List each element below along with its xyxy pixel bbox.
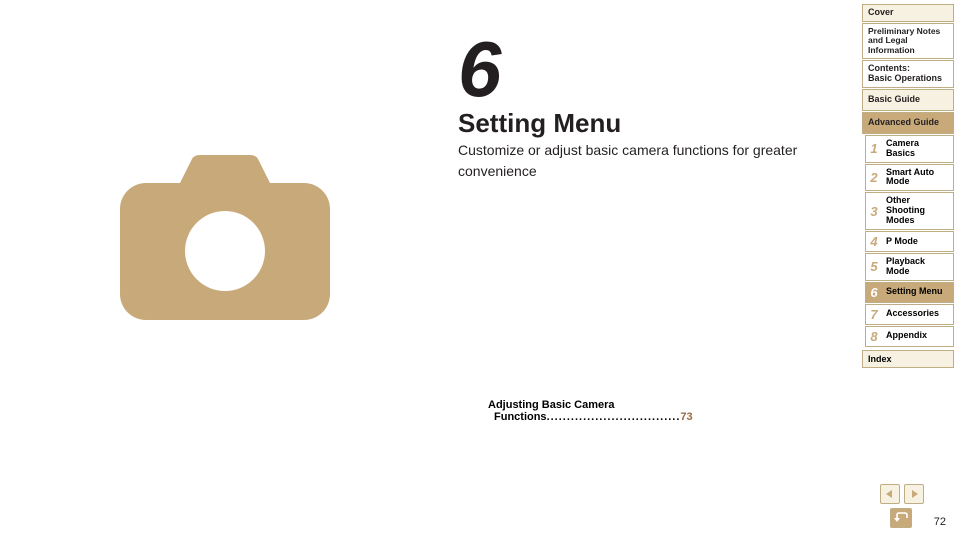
- toc-label-line1: Adjusting Basic Camera: [488, 399, 718, 411]
- triangle-left-icon: [885, 489, 895, 499]
- nav-advanced-guide[interactable]: Advanced Guide: [862, 112, 954, 134]
- nav-playback-mode[interactable]: 5 Playback Mode: [865, 253, 954, 281]
- nav-index[interactable]: Index: [862, 350, 954, 368]
- page-title: Setting Menu: [458, 108, 621, 139]
- prev-page-button[interactable]: [880, 484, 900, 504]
- chapter-number: 6: [458, 24, 499, 115]
- triangle-right-icon: [909, 489, 919, 499]
- sidebar-nav: Cover Preliminary Notes and Legal Inform…: [862, 4, 954, 368]
- toc-label-line2: Functions: [494, 411, 547, 423]
- chapter-num-icon: 4: [866, 232, 882, 251]
- toc-page-ref: 73: [680, 411, 692, 423]
- chapter-num-icon: 3: [866, 193, 882, 229]
- return-button[interactable]: [890, 508, 912, 528]
- nav-other-shooting-modes[interactable]: 3 Other Shooting Modes: [865, 192, 954, 230]
- chapter-num-icon: 7: [866, 305, 882, 324]
- next-page-button[interactable]: [904, 484, 924, 504]
- chapter-num-icon: 2: [866, 165, 882, 191]
- nav-p-mode[interactable]: 4 P Mode: [865, 231, 954, 252]
- nav-appendix[interactable]: 8 Appendix: [865, 326, 954, 347]
- chapter-num-icon: 8: [866, 327, 882, 346]
- nav-accessories[interactable]: 7 Accessories: [865, 304, 954, 325]
- nav-preliminary-notes[interactable]: Preliminary Notes and Legal Information: [862, 23, 954, 59]
- toc-entry[interactable]: Adjusting Basic Camera Functions .......…: [488, 399, 718, 423]
- nav-basic-guide[interactable]: Basic Guide: [862, 89, 954, 111]
- nav-smart-auto-mode[interactable]: 2 Smart Auto Mode: [865, 164, 954, 192]
- document-page: 6 Setting Menu Customize or adjust basic…: [0, 0, 954, 534]
- pager: [880, 484, 924, 504]
- nav-contents[interactable]: Contents: Basic Operations: [862, 60, 954, 88]
- nav-setting-menu[interactable]: 6 Setting Menu: [865, 282, 954, 303]
- page-number: 72: [934, 516, 946, 528]
- chapter-num-icon: 6: [866, 283, 882, 302]
- toc-leader-dots: .................................: [547, 411, 681, 423]
- nav-cover[interactable]: Cover: [862, 4, 954, 22]
- camera-icon: [120, 155, 330, 325]
- page-subtitle: Customize or adjust basic camera functio…: [458, 140, 838, 182]
- nav-advanced-list: 1 Camera Basics 2 Smart Auto Mode 3 Othe…: [865, 135, 954, 347]
- nav-camera-basics[interactable]: 1 Camera Basics: [865, 135, 954, 163]
- chapter-num-icon: 5: [866, 254, 882, 280]
- return-icon: [894, 512, 908, 524]
- chapter-num-icon: 1: [866, 136, 882, 162]
